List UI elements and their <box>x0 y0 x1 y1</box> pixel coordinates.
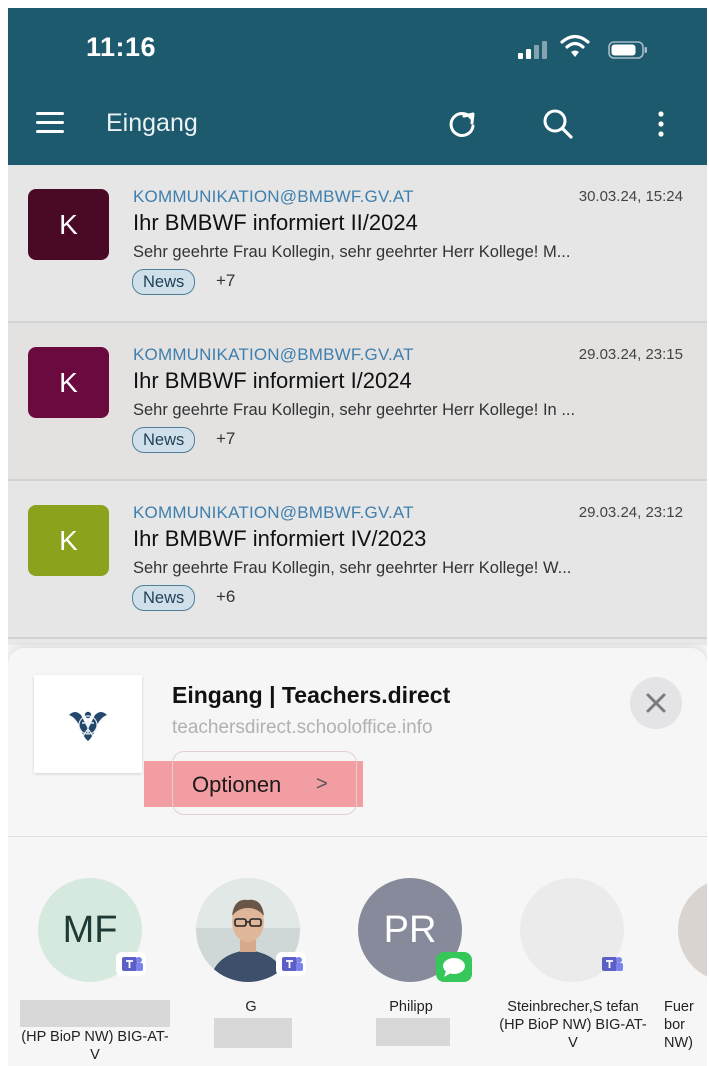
chevron-right-icon: > <box>316 773 328 795</box>
mail-date: 30.03.24, 15:24 <box>578 188 683 205</box>
mail-sender: KOMMUNIKATION@BMBWF.GV.AT <box>133 187 414 206</box>
more-options-icon[interactable] <box>641 104 681 144</box>
share-sheet: Eingang | Teachers.direct teachersdirect… <box>8 648 707 1066</box>
phone-screen: 11:16 Eingang K KOMMUNIKATION@BMBWF.GV.A… <box>8 8 707 1066</box>
mail-date: 29.03.24, 23:15 <box>578 346 683 363</box>
redacted-name <box>20 1000 170 1027</box>
sender-avatar: K <box>28 347 109 418</box>
mail-sender: KOMMUNIKATION@BMBWF.GV.AT <box>133 503 414 522</box>
menu-icon[interactable] <box>36 108 66 136</box>
teachers-direct-logo-icon <box>69 711 107 741</box>
mail-item[interactable]: K KOMMUNIKATION@BMBWF.GV.AT 29.03.24, 23… <box>8 481 707 639</box>
mail-item[interactable]: K KOMMUNIKATION@BMBWF.GV.AT 29.03.24, 23… <box>8 323 707 481</box>
divider <box>8 836 707 837</box>
close-button[interactable] <box>630 677 682 729</box>
contact-suggestion[interactable]: PR Philipp <box>336 870 476 1060</box>
site-title: Eingang | Teachers.direct <box>172 682 451 708</box>
options-label: Optionen <box>192 772 282 797</box>
redacted-name <box>376 1018 450 1046</box>
contact-name: Steinbrecher,S tefan (HP BioP NW) BIG-AT… <box>499 999 647 1051</box>
contact-suggestion[interactable]: Steinbrecher,S tefan (HP BioP NW) BIG-AT… <box>498 870 647 1060</box>
battery-icon <box>608 41 647 59</box>
mail-subject: Ihr BMBWF informiert IV/2023 <box>133 526 427 551</box>
refresh-icon[interactable] <box>442 104 482 144</box>
tag-badge[interactable]: News <box>132 585 196 611</box>
status-time: 11:16 <box>86 32 157 62</box>
site-icon <box>34 675 142 773</box>
messages-icon <box>436 952 472 982</box>
contact-suggestion[interactable]: MF (HP BioP NW) BIG-AT-V <box>16 870 170 1063</box>
mail-subject: Ihr BMBWF informiert I/2024 <box>133 368 412 393</box>
contact-name: Fuer bor NW) <box>664 999 694 1051</box>
mail-subject: Ihr BMBWF informiert II/2024 <box>133 210 418 235</box>
mail-item[interactable]: K KOMMUNIKATION@BMBWF.GV.AT 30.03.24, 15… <box>8 165 707 323</box>
app-header: 11:16 Eingang <box>8 8 707 165</box>
more-tags-count: +7 <box>216 429 236 448</box>
mail-preview: Sehr geehrte Frau Kollegin, sehr geehrte… <box>133 401 576 419</box>
contact-suggestion[interactable]: G <box>176 870 316 1060</box>
sender-avatar: K <box>28 189 109 260</box>
cellular-signal-icon <box>518 41 548 59</box>
teams-icon <box>602 957 623 971</box>
mail-date: 29.03.24, 23:12 <box>578 504 683 521</box>
teams-icon <box>276 952 306 976</box>
more-tags-count: +6 <box>216 587 236 606</box>
wifi-icon <box>560 34 590 57</box>
site-url: teachersdirect.schooloffice.info <box>172 717 433 738</box>
more-tags-count: +7 <box>216 271 236 290</box>
redacted-name <box>214 1018 292 1048</box>
page-title: Eingang <box>106 109 198 137</box>
mail-list: K KOMMUNIKATION@BMBWF.GV.AT 30.03.24, 15… <box>8 165 707 645</box>
mail-sender: KOMMUNIKATION@BMBWF.GV.AT <box>133 345 414 364</box>
contact-name: (HP BioP NW) BIG-AT-V <box>21 1029 169 1063</box>
contact-suggestion[interactable]: Fuer bor NW) <box>658 870 707 1060</box>
options-button[interactable]: Optionen > <box>144 751 363 815</box>
mail-preview: Sehr geehrte Frau Kollegin, sehr geehrte… <box>133 243 571 261</box>
contact-name: Philipp <box>389 999 433 1015</box>
mail-preview: Sehr geehrte Frau Kollegin, sehr geehrte… <box>133 559 572 577</box>
tag-badge[interactable]: News <box>132 427 196 453</box>
sender-avatar: K <box>28 505 109 576</box>
tag-badge[interactable]: News <box>132 269 196 295</box>
close-icon <box>646 693 666 713</box>
search-icon[interactable] <box>538 104 578 144</box>
contact-name: G <box>245 999 257 1015</box>
avatar <box>678 878 707 982</box>
teams-icon <box>116 952 146 976</box>
